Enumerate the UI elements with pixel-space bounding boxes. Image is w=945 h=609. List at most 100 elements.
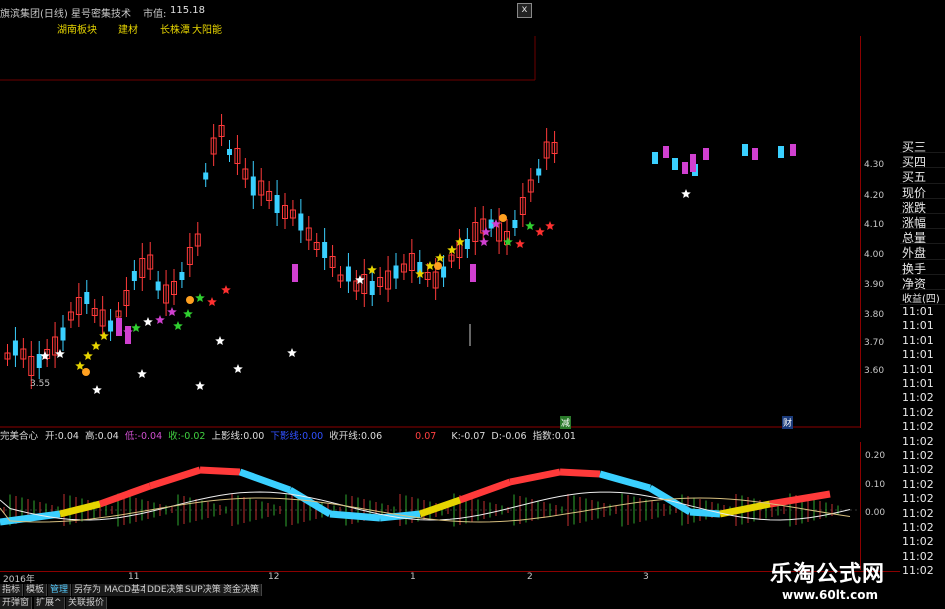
signal-star-icon: [83, 351, 93, 360]
candle-body: [672, 158, 678, 170]
tick-time: 11:02: [902, 492, 934, 506]
quote-label: 买四: [900, 153, 945, 169]
tab-template[interactable]: 模板: [24, 584, 48, 596]
low-label: 低:: [124, 431, 138, 442]
price-tick: 4.30: [864, 160, 885, 170]
signal-star-icon: [681, 189, 691, 198]
candle-body: [12, 340, 18, 356]
signal-star-icon: [137, 369, 147, 378]
tick-time: 11:02: [902, 506, 934, 520]
concept-tag[interactable]: 建材: [118, 21, 138, 36]
index-label: 指数:: [532, 431, 555, 442]
high-label: 高:: [84, 431, 98, 442]
open-label: 开:: [45, 431, 58, 442]
signal-star-icon: [525, 221, 535, 230]
signal-star-icon: [131, 323, 141, 332]
tick-time: 11:02: [902, 434, 934, 448]
tick-time: 11:01: [902, 319, 934, 333]
tick-time: 11:02: [902, 477, 934, 491]
tab-linked-quote[interactable]: 关联报价: [66, 597, 108, 609]
candle-body: [470, 264, 476, 282]
signal-ball-icon: [186, 296, 194, 304]
candle-body: [393, 265, 399, 279]
indicator-axis: 0.20 0.10 0.00: [860, 442, 901, 570]
candle-body: [536, 168, 542, 176]
candle-body: [742, 144, 748, 156]
tick-time: 11:01: [902, 305, 934, 319]
signal-star-icon: [173, 321, 183, 330]
indicator-tick: 0.20: [865, 451, 886, 461]
price-tick: 4.00: [864, 250, 885, 260]
signal-star-icon: [233, 364, 243, 373]
tab-fund[interactable]: 资金决策: [221, 584, 263, 596]
indicator-band: [329, 510, 381, 522]
quote-label: 涨跌: [900, 199, 945, 215]
candle-body: [345, 266, 351, 282]
indicator-name[interactable]: 完美合心: [0, 431, 38, 442]
concept-tag[interactable]: 湖南板块: [57, 21, 97, 36]
concept-tag[interactable]: 大阳能: [192, 21, 222, 36]
candle-body: [322, 242, 328, 258]
candle-body: [203, 172, 209, 180]
indicator-band: [458, 478, 512, 504]
d-value: -0.06: [501, 431, 527, 442]
tab-expand[interactable]: 扩展^: [34, 597, 65, 609]
tick-time: 11:02: [902, 520, 934, 534]
open-value: 0.04: [57, 431, 79, 442]
candle-body: [752, 148, 758, 160]
signal-star-icon: [92, 385, 102, 394]
close-button[interactable]: x: [517, 3, 532, 18]
tick-time: 11:02: [902, 420, 934, 434]
tab-popup[interactable]: 开弹窗: [0, 597, 33, 609]
candle-body: [298, 213, 304, 231]
signal-star-icon: [183, 309, 193, 318]
candle-body: [274, 195, 280, 213]
signal-star-icon: [207, 297, 217, 306]
signal-ball-icon: [82, 368, 90, 376]
signal-star-icon: [155, 315, 165, 324]
tick-time: 11:02: [902, 405, 934, 419]
tab-indicator[interactable]: 指标: [0, 584, 24, 596]
candle-body: [116, 318, 122, 336]
indicator-band: [148, 466, 202, 490]
candlestick-chart[interactable]: [0, 36, 860, 428]
tab-sup[interactable]: SUP决策: [183, 584, 224, 596]
candle-body: [36, 354, 42, 368]
signal-star-icon: [195, 293, 205, 302]
upper-shadow-label: 上影线:: [211, 431, 244, 442]
indicator-chart[interactable]: [0, 442, 860, 570]
tab-save-as[interactable]: 另存为: [72, 584, 105, 596]
k-label: K:: [451, 431, 461, 442]
tick-time: 11:01: [902, 377, 934, 391]
signal-star-icon: [545, 221, 555, 230]
price-tick: 3.60: [864, 366, 885, 376]
signal-star-icon: [143, 317, 153, 326]
close-label: 收:: [168, 431, 181, 442]
concept-tag[interactable]: 长株潭: [160, 21, 190, 36]
quote-label: 买五: [900, 168, 945, 184]
bottom-toolbar: 指标 模板 管理 另存为 MACD基本 DDE决策 SUP决策 资金决策 开弹窗…: [0, 583, 360, 609]
signal-star-icon: [479, 237, 489, 246]
lower-shadow-value: 0.00: [302, 431, 324, 442]
month-label: 3: [643, 572, 649, 582]
candle-body: [179, 272, 185, 280]
signal-ball-icon: [499, 214, 507, 222]
high-value: 0.04: [97, 431, 119, 442]
candle-body: [227, 149, 232, 155]
candle-body: [131, 271, 137, 281]
indicator-band: [509, 468, 561, 486]
quote-label: 现价: [900, 184, 945, 200]
signal-star-icon: [91, 341, 101, 350]
quote-label: 涨幅: [900, 214, 945, 230]
candle-body: [60, 327, 66, 341]
tab-dde[interactable]: DDE决策: [145, 584, 188, 596]
candle-body: [250, 176, 256, 196]
candle-body: [464, 239, 470, 249]
tick-time: 11:01: [902, 333, 934, 347]
tab-manage[interactable]: 管理: [48, 584, 72, 596]
price-tick: 3.80: [864, 310, 885, 320]
candle-body: [790, 144, 796, 156]
tick-time: 11:02: [902, 448, 934, 462]
month-label: 12: [268, 572, 280, 582]
indicator-band: [599, 470, 651, 492]
